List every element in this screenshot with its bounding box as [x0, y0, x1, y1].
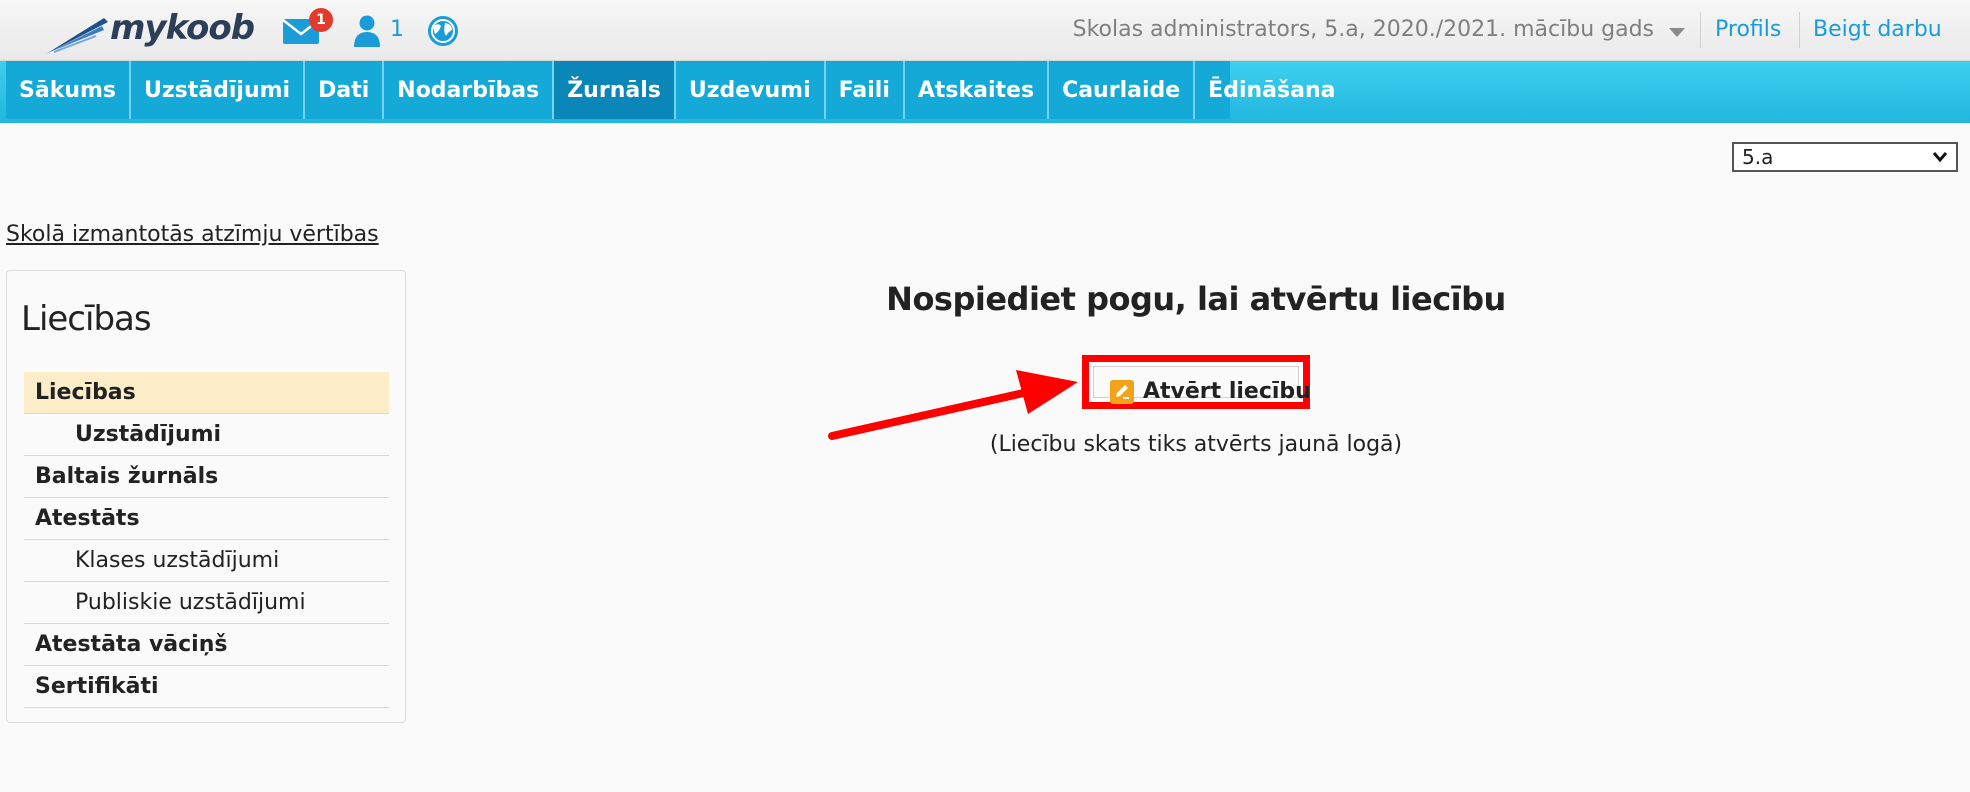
user-icon[interactable]	[352, 14, 382, 48]
chevron-down-icon	[1932, 152, 1948, 163]
nav-item[interactable]: Uzdevumi	[676, 61, 826, 119]
mail-badge: 1	[309, 8, 333, 32]
sidebar-item[interactable]: Liecības	[24, 372, 389, 414]
divider	[1700, 12, 1701, 48]
top-bar: mykoob 1 1 Skolas administrators, 5.a, 2…	[0, 0, 1970, 61]
sidebar-item[interactable]: Atestāts	[24, 498, 389, 540]
open-report-button-face[interactable]: Atvērt liecību	[1093, 366, 1311, 404]
mykoob-logo[interactable]: mykoob	[44, 6, 255, 56]
grade-values-link[interactable]: Skolā izmantotās atzīmju vērtības	[6, 222, 379, 247]
caret-down-icon[interactable]	[1669, 28, 1685, 37]
divider	[1799, 12, 1800, 48]
nav-item[interactable]: Žurnāls	[554, 61, 676, 119]
main-nav-items: Sākums Uzstādījumi Dati Nodarbības Žurnāls Uz…	[6, 61, 1335, 119]
edit-icon	[1110, 380, 1134, 404]
profile-link[interactable]: Profils	[1715, 17, 1781, 42]
online-users-count[interactable]: 1	[390, 17, 404, 42]
sidebar-item[interactable]: Baltais žurnāls	[24, 456, 389, 498]
sidebar-item[interactable]: Atestāta vāciņš	[24, 624, 389, 666]
sidebar-item[interactable]: Klases uzstādījumi	[24, 540, 389, 582]
nav-item[interactable]: Nodarbības	[384, 61, 555, 119]
nav-item[interactable]: Ēdināšana	[1195, 61, 1348, 119]
globe-icon[interactable]	[426, 14, 460, 48]
open-report-button[interactable]: Atvērt liecību	[1082, 355, 1311, 409]
nav-item[interactable]: Sākums	[6, 61, 132, 119]
main-nav: Sākums Uzstādījumi Dati Nodarbības Žurnāls Uz…	[0, 61, 1970, 123]
sidebar-item[interactable]: Sertifikāti	[24, 666, 389, 708]
sidebar-menu: Liecības Uzstādījumi Baltais žurnāls Atestā…	[24, 372, 389, 708]
context-selector[interactable]: Skolas administrators, 5.a, 2020./2021. …	[1073, 17, 1654, 42]
nav-item[interactable]: Uzstādījumi	[131, 61, 306, 119]
nav-item[interactable]: Faili	[826, 61, 905, 119]
class-select-value: 5.a	[1742, 145, 1774, 169]
nav-item[interactable]: Atskaites	[905, 61, 1050, 119]
sidebar-title: Liecības	[21, 299, 152, 339]
logo-text: mykoob	[110, 8, 255, 48]
sidebar-item[interactable]: Publiskie uzstādījumi	[24, 582, 389, 624]
class-select[interactable]: 5.a	[1732, 142, 1958, 172]
new-window-note: (Liecību skats tiks atvērts jaunā logā)	[989, 432, 1403, 457]
sidebar-panel: Liecības Liecības Uzstādījumi Baltais žurn…	[6, 270, 406, 723]
logout-link[interactable]: Beigt darbu	[1813, 17, 1942, 42]
open-report-button-label: Atvērt liecību	[1143, 379, 1311, 404]
red-arrow-annotation	[828, 370, 1078, 440]
page-headline: Nospiediet pogu, lai atvērtu liecību	[886, 280, 1506, 318]
sidebar-item[interactable]: Uzstādījumi	[24, 414, 389, 456]
nav-item[interactable]: Dati	[305, 61, 385, 119]
nav-item[interactable]: Caurlaide	[1049, 61, 1196, 119]
